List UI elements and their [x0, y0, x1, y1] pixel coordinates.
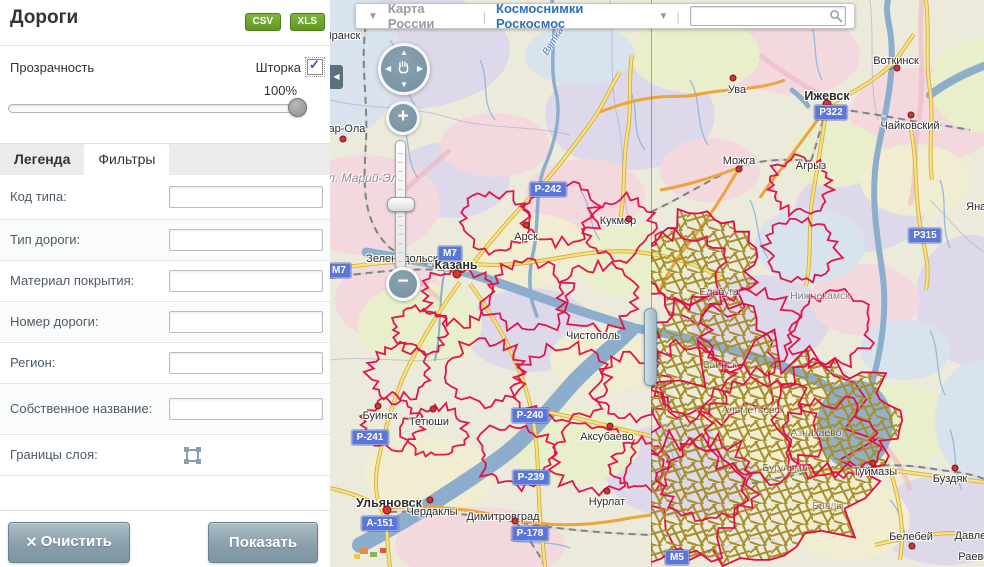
actions-bar: ×Очистить Показать	[0, 510, 330, 567]
opacity-value: 100%	[264, 83, 297, 98]
filter-label: Код типа:	[0, 189, 166, 205]
filter-row: Тип дороги:	[0, 220, 330, 261]
base-layer-link[interactable]: Карта России	[388, 1, 471, 31]
map-search-box	[690, 6, 846, 26]
map-backdrop	[330, 0, 984, 567]
transparency-label: Прозрачность	[10, 60, 94, 75]
transparency-section: Прозрачность Шторка 100%	[0, 46, 330, 143]
filter-label: Материал покрытия:	[0, 273, 166, 289]
layer-bounds-icon[interactable]	[184, 447, 201, 464]
roads-gis-app: Дороги CSV XLS Прозрачность Шторка 100% …	[0, 0, 984, 567]
panel-header: Дороги CSV XLS	[0, 0, 330, 46]
pan-right-icon[interactable]: ▶	[417, 65, 423, 73]
filter-input[interactable]	[169, 229, 323, 251]
curtain-divider	[651, 0, 652, 567]
opacity-slider-track[interactable]	[8, 104, 307, 113]
opacity-slider-handle[interactable]	[288, 98, 307, 117]
map-pan-control[interactable]: ▲ ▼ ◀ ▶	[378, 43, 430, 95]
filter-label: Границы слоя:	[0, 447, 166, 463]
filter-row: Код типа:	[0, 175, 330, 220]
filter-label: Регион:	[0, 355, 166, 371]
curtain-drag-handle[interactable]	[644, 308, 657, 386]
filter-input[interactable]	[169, 186, 323, 208]
curtain-label: Шторка	[256, 60, 301, 75]
filter-label: Собственное название:	[0, 401, 166, 417]
export-csv-button[interactable]: CSV	[245, 13, 282, 31]
filter-input[interactable]	[169, 352, 323, 374]
curtain-checkbox[interactable]	[307, 59, 323, 75]
filter-input[interactable]	[169, 311, 323, 333]
pan-down-icon[interactable]: ▼	[400, 81, 408, 89]
zoom-slider-handle[interactable]	[387, 197, 415, 212]
chevron-down-icon[interactable]: ▼	[658, 11, 668, 22]
show-button[interactable]: Показать	[208, 522, 318, 563]
map-search-input[interactable]	[693, 8, 835, 24]
zoom-out-button[interactable]: −	[386, 267, 420, 301]
filter-row: Материал покрытия:	[0, 261, 330, 302]
search-icon[interactable]	[829, 9, 843, 23]
filter-row: Регион:	[0, 343, 330, 384]
clear-button[interactable]: ×Очистить	[8, 522, 130, 563]
active-layer-link[interactable]: Космоснимки Роскосмос	[496, 1, 648, 31]
separator: |	[676, 9, 679, 24]
export-xls-button[interactable]: XLS	[290, 13, 325, 31]
filter-input[interactable]	[169, 270, 323, 292]
separator: |	[483, 9, 486, 24]
filter-row: Границы слоя:	[0, 435, 330, 476]
export-buttons: CSV XLS	[241, 11, 325, 31]
chevron-down-icon[interactable]: ▼	[368, 11, 378, 22]
panel-tabs: Легенда Фильтры	[0, 143, 330, 175]
filter-row: Номер дороги:	[0, 302, 330, 343]
filter-label: Тип дороги:	[0, 232, 166, 248]
zoom-in-button[interactable]: +	[386, 101, 420, 135]
page-title: Дороги	[10, 7, 78, 29]
tab-filters[interactable]: Фильтры	[84, 144, 169, 175]
map-viewport[interactable]: ЯранскЙошкар-ОлаЗеленодольскКазаньАрскКу…	[330, 0, 984, 567]
panel-collapse-button[interactable]: ◀	[330, 65, 343, 89]
tab-legend[interactable]: Легенда	[0, 144, 84, 175]
hand-icon	[395, 59, 412, 76]
filter-label: Номер дороги:	[0, 314, 166, 330]
curtain-control: Шторка	[256, 59, 323, 75]
roads-panel: Дороги CSV XLS Прозрачность Шторка 100% …	[0, 0, 330, 567]
filter-row: Собственное название:	[0, 384, 330, 435]
filter-input[interactable]	[169, 398, 323, 420]
clear-x-icon: ×	[26, 532, 37, 552]
layer-switcher-bar: ▼ Карта России | Космоснимки Роскосмос ▼…	[355, 3, 855, 29]
pan-up-icon[interactable]: ▲	[400, 49, 408, 57]
filters-form: Код типа: Тип дороги: Материал покрытия: Но…	[0, 175, 330, 476]
pan-left-icon[interactable]: ◀	[385, 65, 391, 73]
